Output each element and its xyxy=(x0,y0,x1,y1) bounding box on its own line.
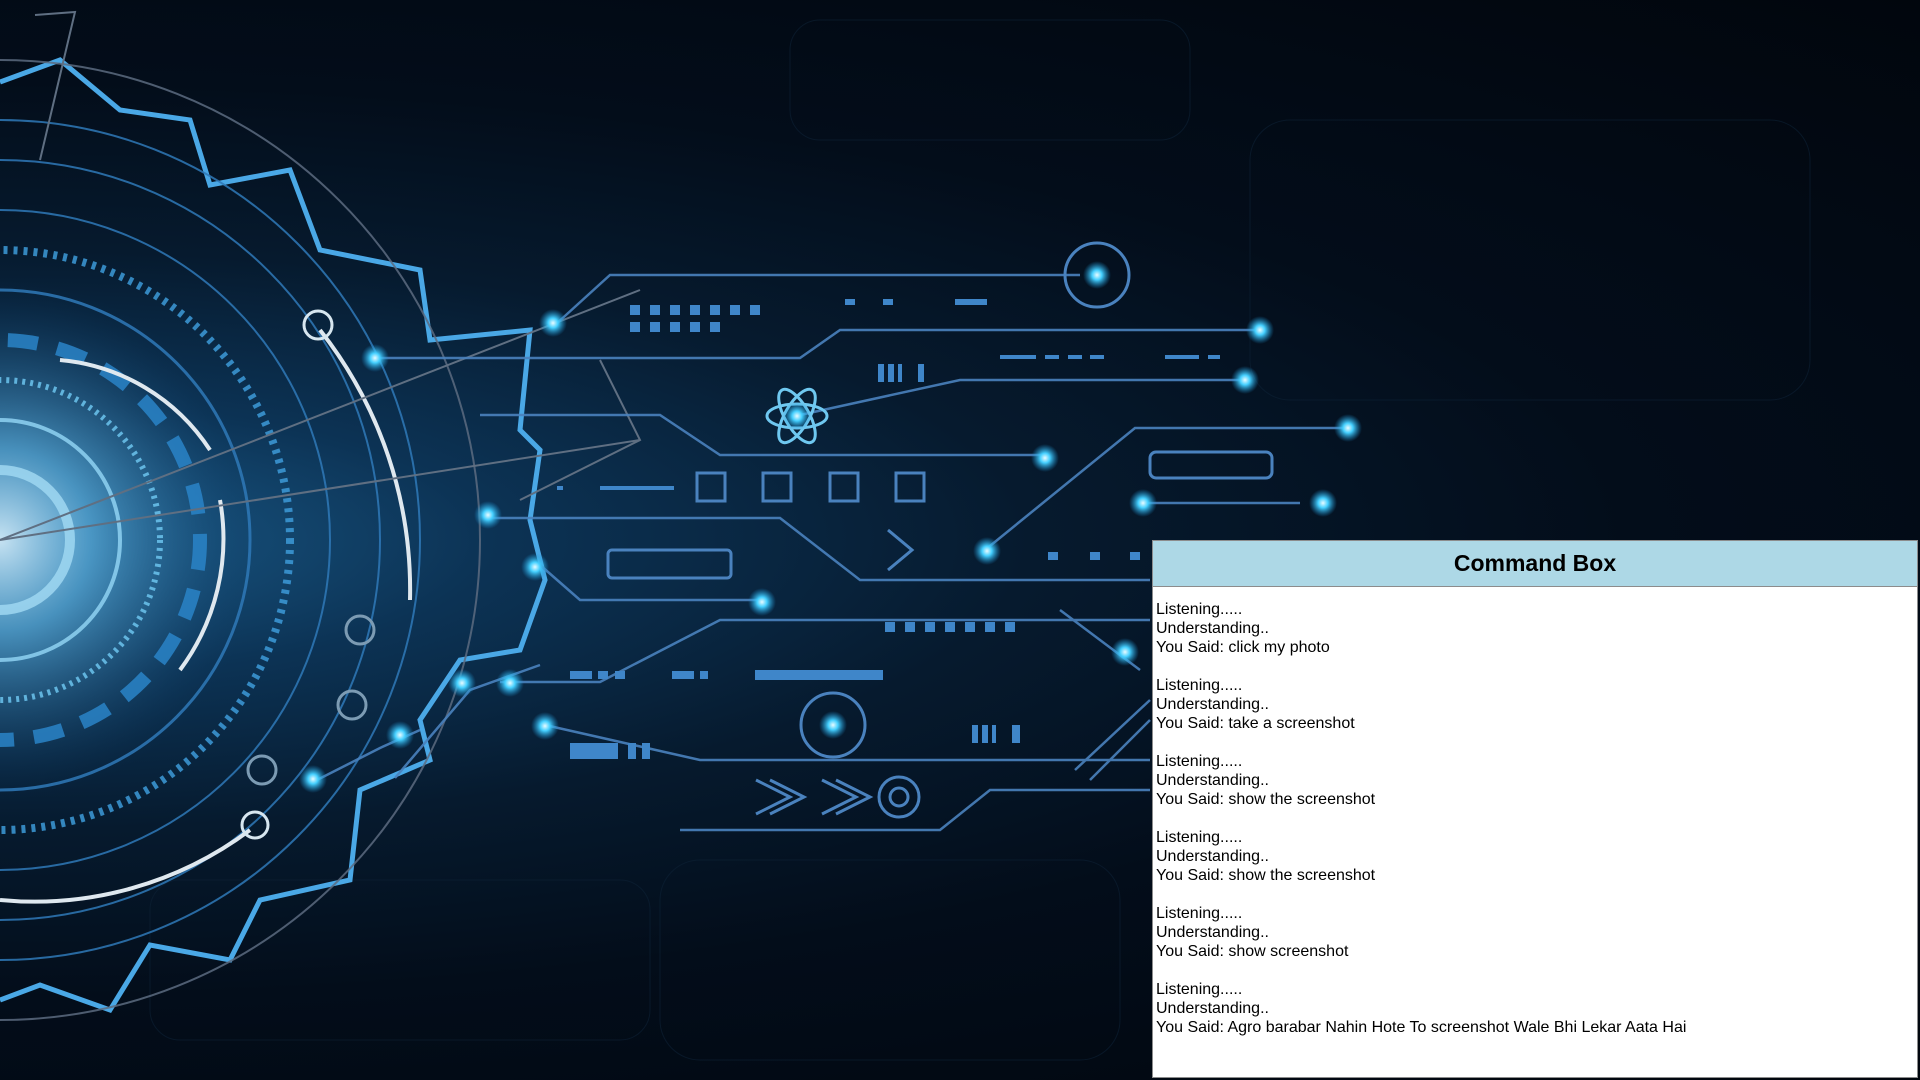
log-listening: Listening..... xyxy=(1156,905,1243,922)
log-you-said: You Said: show the screenshot xyxy=(1156,867,1376,884)
log-entry: Listening..... Understanding.. You Said:… xyxy=(1156,828,1914,885)
log-listening: Listening..... xyxy=(1156,601,1243,618)
log-you-said: You Said: click my photo xyxy=(1156,639,1330,656)
log-you-said: You Said: take a screenshot xyxy=(1156,715,1355,732)
log-understanding: Understanding.. xyxy=(1156,620,1269,637)
log-entry: Listening..... Understanding.. You Said:… xyxy=(1156,600,1914,657)
log-entry: Listening..... Understanding.. You Said:… xyxy=(1156,904,1914,961)
log-understanding: Understanding.. xyxy=(1156,772,1269,789)
log-understanding: Understanding.. xyxy=(1156,696,1269,713)
log-entry: Listening..... Understanding.. You Said:… xyxy=(1156,752,1914,809)
command-log[interactable]: Listening..... Understanding.. You Said:… xyxy=(1153,587,1917,1077)
log-listening: Listening..... xyxy=(1156,981,1243,998)
log-you-said: You Said: show the screenshot xyxy=(1156,791,1376,808)
command-box-panel: Command Box Listening..... Understanding… xyxy=(1152,540,1918,1078)
log-understanding: Understanding.. xyxy=(1156,924,1269,941)
log-entry: Listening..... Understanding.. You Said:… xyxy=(1156,980,1914,1037)
log-entry: Listening..... Understanding.. You Said:… xyxy=(1156,676,1914,733)
log-understanding: Understanding.. xyxy=(1156,848,1269,865)
log-you-said: You Said: show screenshot xyxy=(1156,943,1349,960)
log-understanding: Understanding.. xyxy=(1156,1000,1269,1017)
log-listening: Listening..... xyxy=(1156,677,1243,694)
log-you-said: You Said: Agro barabar Nahin Hote To scr… xyxy=(1156,1019,1687,1036)
desktop-background: Command Box Listening..... Understanding… xyxy=(0,0,1920,1080)
log-listening: Listening..... xyxy=(1156,753,1243,770)
log-listening: Listening..... xyxy=(1156,829,1243,846)
command-box-title: Command Box xyxy=(1153,541,1917,587)
